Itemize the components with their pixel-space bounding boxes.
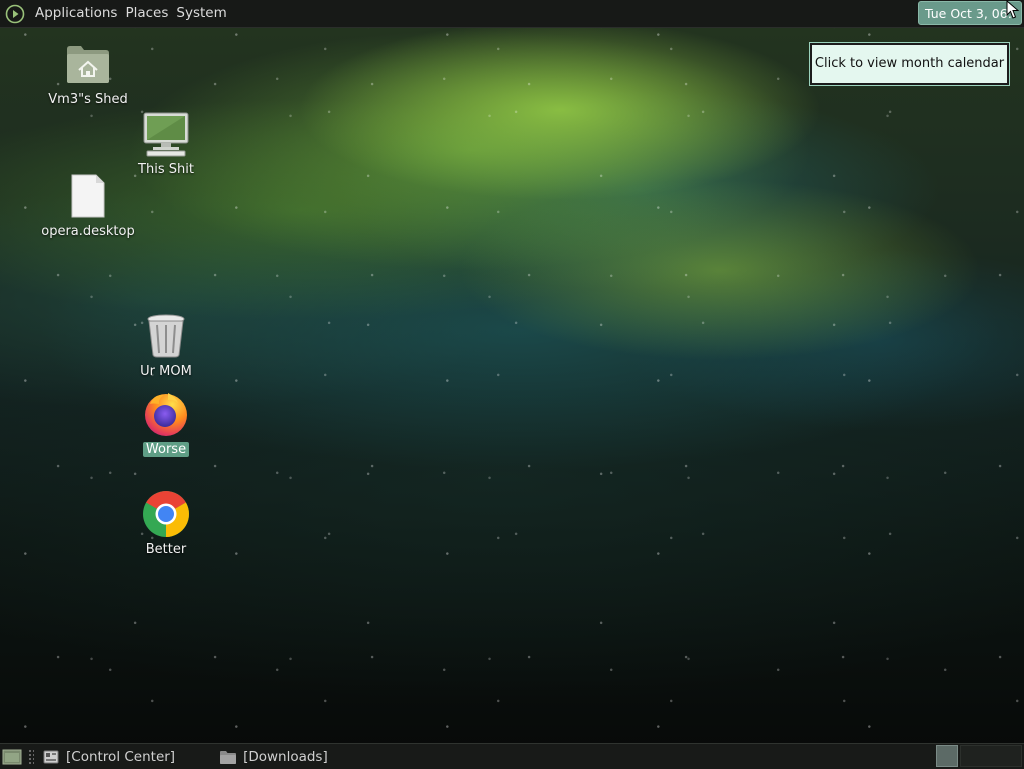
taskbar-item-downloads[interactable]: [Downloads]: [215, 744, 332, 769]
workspace-switcher-active[interactable]: [936, 745, 958, 767]
desktop-icon-opera[interactable]: opera.desktop: [38, 170, 138, 239]
places-menu[interactable]: Places: [121, 0, 172, 27]
desktop-icon-label: Worse: [142, 442, 190, 457]
desktop-icon-trash[interactable]: Ur MOM: [116, 310, 216, 379]
home-folder-icon: [62, 38, 114, 90]
taskbar-item-label: [Downloads]: [243, 748, 328, 765]
mouse-pointer-icon: [1006, 0, 1020, 24]
desktop-icon-label: Better: [145, 542, 187, 557]
distro-logo-icon[interactable]: [4, 3, 26, 25]
workspace-switcher[interactable]: [960, 745, 1022, 767]
trash-icon: [140, 310, 192, 362]
calendar-tooltip: Click to view month calendar: [810, 43, 1009, 85]
firefox-icon: [140, 388, 192, 440]
control-center-icon: [42, 748, 60, 766]
system-menu[interactable]: System: [172, 0, 230, 27]
top-panel: Applications Places System Tue Oct 3, 06…: [0, 0, 1024, 28]
desktop-icon-label: Vm3"s Shed: [48, 92, 128, 107]
taskbar-item-label: [Control Center]: [66, 748, 176, 765]
desktop-icon-label: Ur MOM: [140, 364, 192, 379]
desktop-icon-label: opera.desktop: [41, 224, 135, 239]
panel-drag-handle[interactable]: [28, 748, 34, 765]
show-desktop-icon[interactable]: [1, 746, 23, 768]
applications-menu[interactable]: Applications: [31, 0, 121, 27]
desktop-icon-label: This Shit: [138, 162, 194, 177]
chrome-icon: [140, 488, 192, 540]
desktop-icon-home[interactable]: Vm3"s Shed: [38, 38, 138, 107]
desktop-icon-computer[interactable]: This Shit: [116, 108, 216, 177]
taskbar-item-control-center[interactable]: [Control Center]: [38, 744, 179, 769]
desktop-icon-firefox[interactable]: Worse: [116, 388, 216, 457]
document-icon: [62, 170, 114, 222]
bottom-panel: [Control Center] [Downloads]: [0, 743, 1024, 769]
folder-icon: [219, 748, 237, 766]
computer-icon: [140, 108, 192, 160]
desktop-icon-chrome[interactable]: Better: [116, 488, 216, 557]
